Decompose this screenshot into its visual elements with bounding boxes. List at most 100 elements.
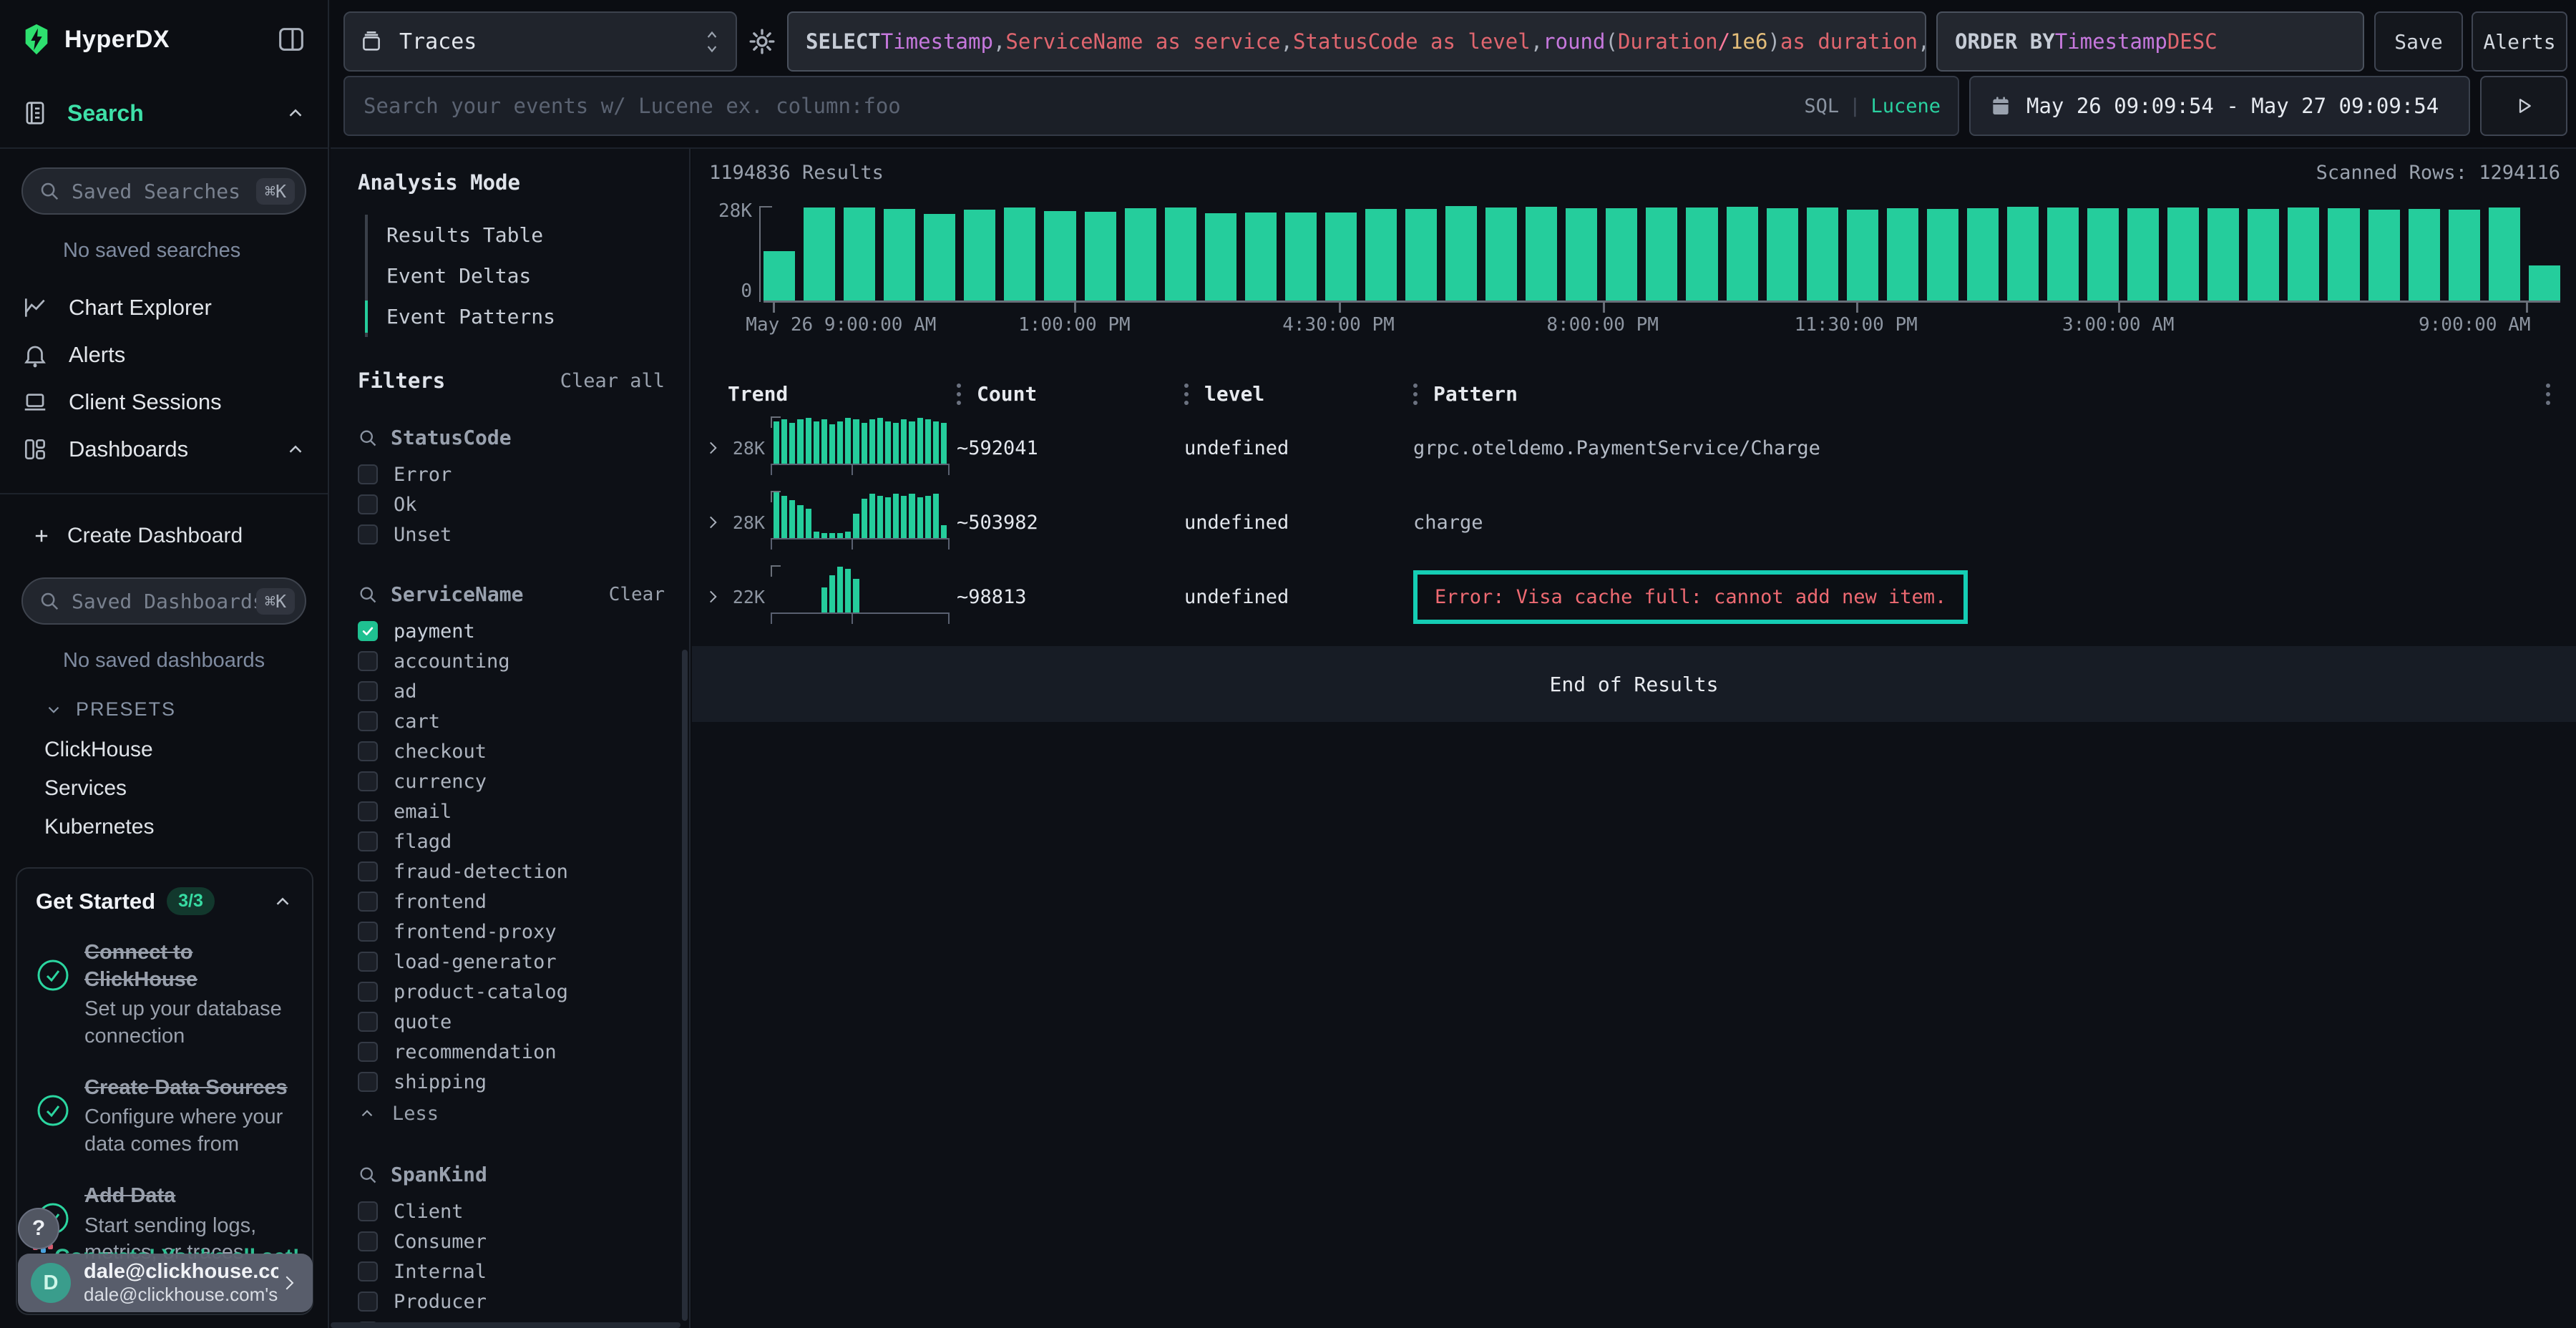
table-row[interactable]: 28K~503982undefinedcharge: [699, 485, 2576, 560]
help-button[interactable]: ?: [18, 1208, 59, 1249]
filter-option-checkout[interactable]: checkout: [358, 736, 665, 766]
preset-clickhouse[interactable]: ClickHouse: [0, 731, 328, 769]
filters-horizontal-scrollbar[interactable]: [331, 1322, 680, 1328]
sidebar-item-alerts[interactable]: Alerts: [0, 331, 328, 379]
sidebar-collapse-icon[interactable]: [275, 23, 308, 56]
data-source-select[interactable]: Traces: [343, 11, 737, 72]
analysis-mode-results-table[interactable]: Results Table: [368, 215, 665, 255]
checkbox[interactable]: [358, 1292, 378, 1312]
checkbox[interactable]: [358, 1042, 378, 1062]
column-header-level[interactable]: level: [1184, 379, 1413, 408]
sidebar-item-client-sessions[interactable]: Client Sessions: [0, 379, 328, 426]
checkbox[interactable]: [358, 1201, 378, 1221]
run-query-button[interactable]: [2480, 76, 2567, 136]
drag-handle-icon[interactable]: [1413, 379, 1418, 408]
presets-toggle[interactable]: PRESETS: [44, 698, 328, 721]
filter-option-recommendation[interactable]: recommendation: [358, 1037, 665, 1067]
preset-kubernetes[interactable]: Kubernetes: [0, 808, 328, 846]
show-less-button[interactable]: Less: [358, 1097, 665, 1130]
filter-option-quote[interactable]: quote: [358, 1007, 665, 1037]
create-dashboard-button[interactable]: Create Dashboard: [0, 513, 328, 559]
pattern-highlighted-error[interactable]: Error: Visa cache full: cannot add new i…: [1413, 570, 1968, 624]
checkbox[interactable]: [358, 982, 378, 1002]
analysis-mode-event-patterns[interactable]: Event Patterns: [368, 296, 665, 337]
user-menu[interactable]: D dale@clickhouse.com dale@clickhouse.co…: [18, 1254, 313, 1312]
checkbox[interactable]: [358, 861, 378, 882]
sql-select-editor[interactable]: SELECT Timestamp, ServiceName as service…: [787, 11, 1926, 72]
filter-group-clear-button[interactable]: Clear: [609, 584, 665, 605]
filter-option-load-generator[interactable]: load-generator: [358, 947, 665, 977]
filter-option-product-catalog[interactable]: product-catalog: [358, 977, 665, 1007]
filter-option-ad[interactable]: ad: [358, 676, 665, 706]
sidebar-item-dashboards[interactable]: Dashboards: [0, 426, 328, 473]
alerts-button[interactable]: Alerts: [2472, 11, 2567, 72]
filter-option-payment[interactable]: payment: [358, 616, 665, 646]
table-options-button[interactable]: [2533, 379, 2576, 408]
save-button[interactable]: Save: [2374, 11, 2463, 72]
checkbox[interactable]: [358, 771, 378, 791]
table-row[interactable]: 28K~592041undefinedgrpc.oteldemo.Payment…: [699, 411, 2576, 485]
filter-option-client[interactable]: Client: [358, 1196, 665, 1226]
checkbox[interactable]: [358, 711, 378, 731]
checkbox[interactable]: [358, 1012, 378, 1032]
checkbox[interactable]: [358, 681, 378, 701]
filter-option-email[interactable]: email: [358, 796, 665, 826]
checkbox[interactable]: [358, 922, 378, 942]
checkbox[interactable]: [358, 741, 378, 761]
checkbox[interactable]: [358, 1072, 378, 1092]
filters-vertical-scrollbar[interactable]: [682, 650, 688, 1321]
column-header-trend[interactable]: Trend: [728, 382, 957, 406]
preset-services[interactable]: Services: [0, 769, 328, 808]
chevron-up-icon[interactable]: [272, 891, 293, 912]
lang-toggle-sql[interactable]: SQL: [1804, 95, 1839, 117]
analysis-mode-event-deltas[interactable]: Event Deltas: [368, 255, 665, 296]
column-header-pattern[interactable]: Pattern: [1413, 379, 2533, 408]
filter-option-unset[interactable]: Unset: [358, 519, 665, 550]
expand-row-icon[interactable]: [703, 587, 722, 606]
date-range-picker[interactable]: May 26 09:09:54 - May 27 09:09:54: [1969, 76, 2470, 136]
checkbox[interactable]: [358, 1261, 378, 1281]
filter-option-consumer[interactable]: Consumer: [358, 1226, 665, 1256]
lang-toggle-lucene[interactable]: Lucene: [1870, 95, 1941, 117]
filter-option-ok[interactable]: Ok: [358, 489, 665, 519]
drag-handle-icon[interactable]: [1184, 379, 1189, 408]
get-started-item-create-data-sources[interactable]: Create Data SourcesConfigure where your …: [36, 1075, 293, 1158]
checkbox[interactable]: [358, 801, 378, 821]
drag-handle-icon[interactable]: [957, 379, 961, 408]
chevron-up-icon[interactable]: [285, 102, 306, 124]
expand-row-icon[interactable]: [703, 439, 722, 457]
sidebar-item-chart-explorer[interactable]: Chart Explorer: [0, 284, 328, 331]
source-settings-button[interactable]: [737, 11, 787, 72]
analysis-mode-title: Analysis Mode: [358, 170, 665, 195]
saved-searches-input[interactable]: Saved Searches ⌘K: [21, 167, 306, 215]
filter-option-cart[interactable]: cart: [358, 706, 665, 736]
order-by-editor[interactable]: ORDER BY Timestamp DESC: [1936, 11, 2364, 72]
checkbox[interactable]: [358, 1231, 378, 1251]
saved-dashboards-input[interactable]: Saved Dashboards ⌘K: [21, 577, 306, 625]
filter-option-shipping[interactable]: shipping: [358, 1067, 665, 1097]
filter-option-currency[interactable]: currency: [358, 766, 665, 796]
checkbox[interactable]: [358, 494, 378, 514]
checkbox[interactable]: [358, 892, 378, 912]
table-row[interactable]: 22K~98813undefinedError: Visa cache full…: [699, 560, 2576, 634]
filter-option-accounting[interactable]: accounting: [358, 646, 665, 676]
checkbox[interactable]: [358, 621, 378, 641]
filter-option-producer[interactable]: Producer: [358, 1286, 665, 1317]
filter-option-error[interactable]: Error: [358, 459, 665, 489]
checkbox[interactable]: [358, 651, 378, 671]
filter-option-internal[interactable]: Internal: [358, 1256, 665, 1286]
sidebar-item-search[interactable]: Search: [0, 79, 328, 147]
clear-all-filters-button[interactable]: Clear all: [560, 370, 665, 392]
checkbox[interactable]: [358, 952, 378, 972]
checkbox[interactable]: [358, 464, 378, 484]
filter-option-frontend[interactable]: frontend: [358, 887, 665, 917]
filter-option-fraud-detection[interactable]: fraud-detection: [358, 856, 665, 887]
get-started-item-connect-to-clickhouse[interactable]: Connect to ClickHouseSet up your databas…: [36, 939, 293, 1050]
filter-option-flagd[interactable]: flagd: [358, 826, 665, 856]
checkbox[interactable]: [358, 831, 378, 851]
search-input[interactable]: [362, 93, 1804, 119]
expand-row-icon[interactable]: [703, 513, 722, 532]
column-header-count[interactable]: Count: [957, 379, 1184, 408]
filter-option-frontend-proxy[interactable]: frontend-proxy: [358, 917, 665, 947]
checkbox[interactable]: [358, 524, 378, 545]
